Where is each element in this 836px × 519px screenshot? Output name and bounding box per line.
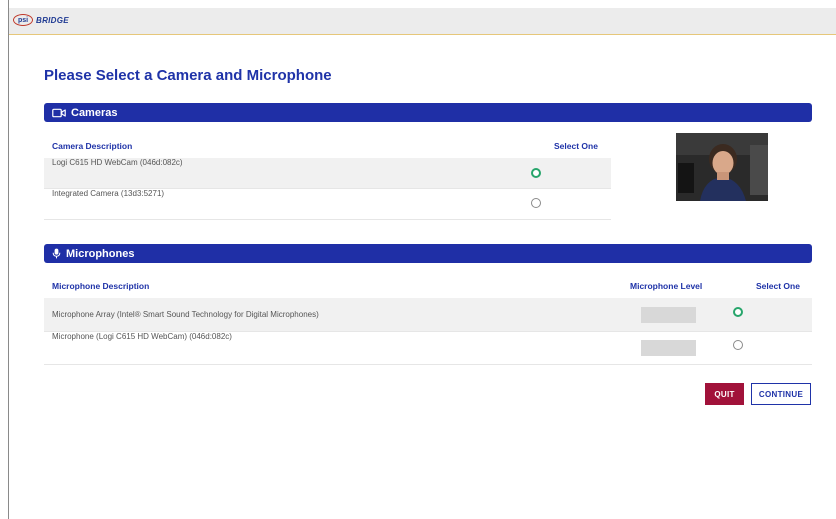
microphone-row[interactable]: Microphone (Logi C615 HD WebCam) (046d:0…	[44, 332, 812, 365]
microphone-row[interactable]: Microphone Array (Intel® Smart Sound Tec…	[44, 298, 812, 332]
window-edge	[8, 0, 9, 519]
microphone-select-header: Select One	[756, 281, 800, 291]
camera-row-label: Logi C615 HD WebCam (046d:082c)	[52, 158, 183, 167]
microphone-radio-selected[interactable]	[733, 307, 743, 317]
logo-mark: psi	[13, 14, 33, 26]
camera-row[interactable]: Integrated Camera (13d3:5271)	[44, 189, 611, 220]
cameras-section-header: Cameras	[44, 103, 812, 122]
microphone-description-header: Microphone Description	[52, 281, 150, 291]
video-camera-icon	[52, 108, 66, 118]
camera-preview	[676, 133, 768, 201]
camera-radio-selected[interactable]	[531, 168, 541, 178]
top-header: psi BRIDGE	[9, 8, 836, 35]
page-title: Please Select a Camera and Microphone	[44, 67, 332, 84]
camera-radio[interactable]	[531, 198, 541, 208]
microphone-row-label: Microphone (Logi C615 HD WebCam) (046d:0…	[52, 332, 232, 341]
microphone-row-label: Microphone Array (Intel® Smart Sound Tec…	[52, 310, 319, 319]
microphones-section-title: Microphones	[66, 247, 135, 260]
logo-wordmark: BRIDGE	[36, 15, 69, 25]
microphone-level-header: Microphone Level	[630, 281, 703, 291]
camera-select-header: Select One	[554, 141, 598, 151]
microphone-radio[interactable]	[733, 340, 743, 350]
continue-button[interactable]: CONTINUE	[751, 383, 811, 405]
camera-row[interactable]: Logi C615 HD WebCam (046d:082c)	[44, 158, 611, 189]
psi-bridge-logo: psi BRIDGE	[13, 14, 69, 26]
quit-button[interactable]: QUIT	[705, 383, 744, 405]
camera-description-header: Camera Description	[52, 141, 133, 151]
microphone-level-meter	[641, 340, 696, 356]
camera-row-label: Integrated Camera (13d3:5271)	[52, 189, 165, 198]
microphones-section-header: Microphones	[44, 244, 812, 263]
cameras-section-title: Cameras	[71, 106, 118, 119]
microphone-level-meter	[641, 307, 696, 323]
microphone-icon	[52, 248, 61, 259]
